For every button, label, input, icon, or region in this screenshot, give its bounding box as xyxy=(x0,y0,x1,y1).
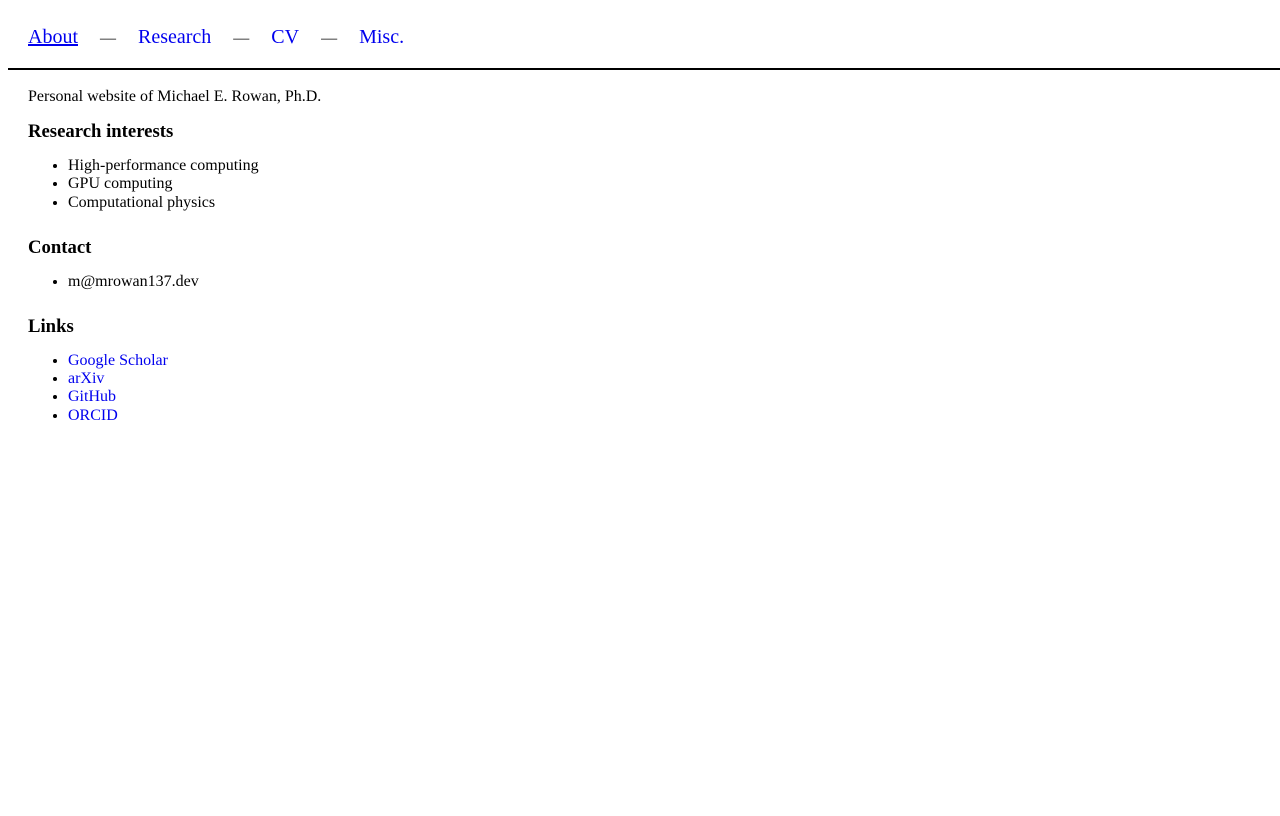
section-heading-links: Links xyxy=(28,315,74,337)
contact-list: m@mrowan137.dev xyxy=(28,273,1268,291)
list-item: arXiv xyxy=(68,370,1268,388)
main-content: Personal website of Michael E. Rowan, Ph… xyxy=(8,88,1280,425)
list-item: High-performance computing xyxy=(68,157,1268,175)
list-item: GPU computing xyxy=(68,175,1268,193)
section-heading-research-interests: Research interests xyxy=(28,121,174,143)
intro-text: Personal website of Michael E. Rowan, Ph… xyxy=(28,88,322,105)
list-item: GitHub xyxy=(68,388,1268,406)
link-github[interactable]: GitHub xyxy=(68,388,116,405)
nav-link-about[interactable]: About xyxy=(28,26,78,49)
list-item: ORCID xyxy=(68,407,1268,425)
link-orcid[interactable]: ORCID xyxy=(68,407,118,424)
links-list: Google Scholar arXiv GitHub ORCID xyxy=(28,352,1268,426)
nav-link-misc[interactable]: Misc. xyxy=(359,26,404,49)
nav-separator: — xyxy=(321,30,338,47)
list-item: Google Scholar xyxy=(68,352,1268,370)
divider xyxy=(8,68,1280,70)
research-interests-list: High-performance computing GPU computing… xyxy=(28,157,1268,212)
list-item: Computational physics xyxy=(68,194,1268,212)
nav-link-cv[interactable]: CV xyxy=(271,26,299,49)
nav-separator: — xyxy=(100,30,116,47)
link-arxiv[interactable]: arXiv xyxy=(68,370,104,387)
link-google-scholar[interactable]: Google Scholar xyxy=(68,352,168,369)
section-heading-contact: Contact xyxy=(28,237,92,259)
nav-separator: — xyxy=(233,30,250,47)
email-text: m@mrowan137.dev xyxy=(68,273,1268,291)
top-nav: About — Research — CV — Misc. xyxy=(8,8,1280,60)
nav-link-research[interactable]: Research xyxy=(138,26,211,49)
